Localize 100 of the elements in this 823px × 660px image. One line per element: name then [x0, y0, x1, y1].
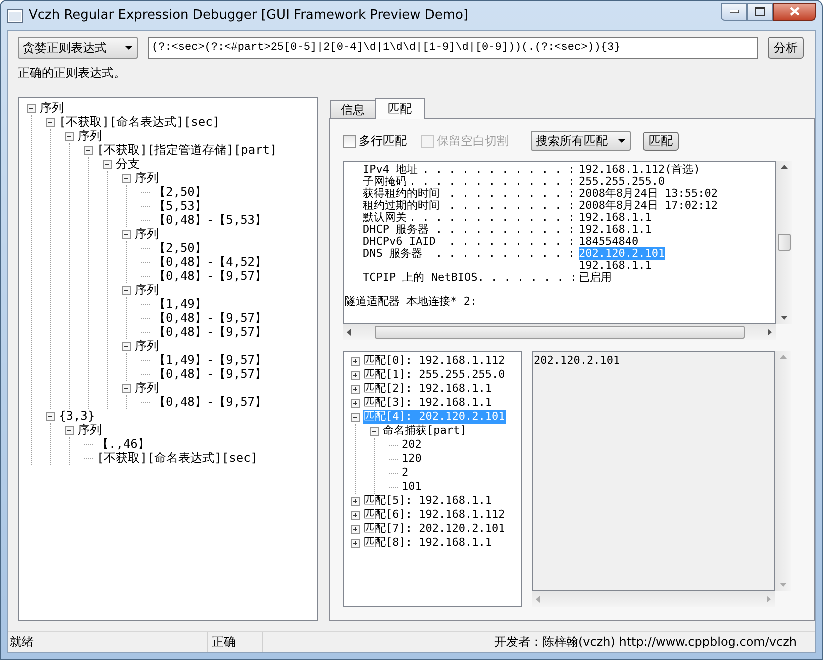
- expand-icon[interactable]: [351, 510, 360, 520]
- tab[interactable]: 信息: [330, 100, 376, 118]
- collapse-icon[interactable]: [46, 412, 55, 420]
- collapse-icon[interactable]: [122, 174, 131, 182]
- section-heading: 隧道适配器 本地连接* 2:: [345, 295, 478, 308]
- entry-value: 255.255.255.0: [579, 175, 666, 188]
- expand-icon[interactable]: [351, 356, 360, 366]
- expand-icon[interactable]: [351, 496, 360, 506]
- collapse-icon[interactable]: [46, 118, 55, 126]
- vertical-scrollbar[interactable]: [776, 161, 792, 324]
- collapse-icon[interactable]: [65, 132, 74, 140]
- maximize-button[interactable]: [747, 2, 773, 20]
- minimize-button[interactable]: [721, 2, 747, 20]
- tree-node[interactable]: 匹配[0]: 192.168.1.112: [363, 354, 506, 368]
- collapse-icon[interactable]: [122, 342, 131, 350]
- checkbox[interactable]: [343, 134, 356, 148]
- collapse-icon[interactable]: [351, 412, 360, 422]
- input-text-area[interactable]: [343, 161, 776, 324]
- expression-field[interactable]: (?:<sec>(?:<#part>25[0-5]|2[0-4]\d|1\d\d|[1-9]\d|[0-9]))(.(?:<sec>)){3}: [148, 37, 758, 59]
- tree-node[interactable]: 120: [401, 452, 423, 466]
- entry-label: DHCPv6 IAID: [363, 236, 436, 248]
- entry-value: 2008年8月24日 17:02:12: [579, 199, 718, 212]
- dot-leader: . . . . . . . . . . :: [436, 248, 576, 260]
- scroll-up-icon[interactable]: [780, 165, 788, 169]
- tree-node[interactable]: {3,3}: [58, 409, 96, 423]
- entry-label: 子网掩码: [363, 176, 407, 188]
- tree-node[interactable]: 【0,48】-【4,52】: [153, 255, 268, 269]
- scroll-right-icon[interactable]: [768, 328, 772, 336]
- dot-leader: . . . . . . . . . :: [449, 188, 576, 200]
- collapse-icon[interactable]: [84, 146, 93, 154]
- scroll-down-icon[interactable]: [780, 316, 788, 320]
- tree-node[interactable]: 分支: [115, 157, 141, 171]
- scroll-thumb[interactable]: [778, 234, 790, 251]
- tree-node[interactable]: 【5,53】: [153, 199, 208, 213]
- tree-node[interactable]: [不获取][命名表达式][sec]: [96, 451, 260, 465]
- expand-icon[interactable]: [351, 370, 360, 380]
- scroll-thumb[interactable]: [374, 326, 744, 338]
- collapse-icon[interactable]: [65, 426, 74, 434]
- match-button[interactable]: 匹配: [643, 132, 679, 150]
- tree-node[interactable]: 匹配[7]: 202.120.2.101: [363, 522, 506, 536]
- tree-node[interactable]: 【0,48】-【5,53】: [153, 213, 268, 227]
- dot-leader: . . . . . . . . . . . :: [422, 164, 576, 176]
- entry-value: 184554840: [579, 235, 639, 248]
- expand-icon[interactable]: [351, 538, 360, 548]
- tree-node[interactable]: 序列: [77, 423, 103, 437]
- tree-node[interactable]: 命名捕获[part]: [382, 424, 468, 438]
- collapse-icon[interactable]: [122, 230, 131, 238]
- expand-icon[interactable]: [351, 384, 360, 394]
- tree-node[interactable]: 【0,48】-【9,57】: [153, 395, 268, 409]
- dot-leader: . . . . . . . . . . . . :: [409, 176, 576, 188]
- tab[interactable]: 匹配: [375, 98, 425, 119]
- tree-node[interactable]: 2: [401, 466, 410, 480]
- tree-node[interactable]: 序列: [134, 171, 160, 185]
- tree-node[interactable]: 【1,49】: [153, 297, 208, 311]
- tree-node[interactable]: 匹配[8]: 192.168.1.1: [363, 536, 493, 550]
- tree-node[interactable]: 101: [401, 480, 423, 494]
- collapse-icon[interactable]: [103, 160, 112, 168]
- expand-icon[interactable]: [351, 524, 360, 534]
- tree-node[interactable]: 序列: [134, 381, 160, 395]
- entry-value: 192.168.1.1: [579, 223, 652, 236]
- tree-node[interactable]: 匹配[1]: 255.255.255.0: [363, 368, 506, 382]
- collapse-icon[interactable]: [122, 384, 131, 392]
- analyze-button[interactable]: 分析: [768, 37, 804, 59]
- tree-node[interactable]: 匹配[6]: 192.168.1.112: [363, 508, 506, 522]
- mode-dropdown[interactable]: 贪婪正则表达式: [18, 37, 138, 59]
- entry-label: IPv4 地址: [363, 164, 418, 176]
- tree-node[interactable]: 序列: [77, 129, 103, 143]
- tree-node[interactable]: 匹配[3]: 192.168.1.1: [363, 396, 493, 410]
- tree-node[interactable]: [不获取][指定管道存储][part]: [96, 143, 278, 157]
- tree-node[interactable]: 匹配[2]: 192.168.1.1: [363, 382, 493, 396]
- tree-node[interactable]: 序列: [134, 283, 160, 297]
- horizontal-scrollbar[interactable]: [343, 324, 776, 340]
- tree-node[interactable]: 序列: [39, 101, 65, 115]
- tree-node[interactable]: 【.,46】: [96, 437, 151, 451]
- checkbox-label: 保留空白切割: [437, 133, 509, 150]
- search-mode-dropdown[interactable]: 搜索所有匹配: [531, 131, 631, 151]
- collapse-icon[interactable]: [27, 104, 36, 112]
- tree-node[interactable]: 【0,48】-【9,57】: [153, 269, 268, 283]
- collapse-icon[interactable]: [122, 286, 131, 294]
- tree-node[interactable]: 【0,48】-【9,57】: [153, 367, 268, 381]
- match-text: 202.120.2.101: [534, 354, 620, 367]
- tree-node[interactable]: 【2,50】: [153, 241, 208, 255]
- tree-node[interactable]: 匹配[5]: 192.168.1.1: [363, 494, 493, 508]
- dot-leader: . . . . . . . . . :: [449, 236, 576, 248]
- tree-node[interactable]: 序列: [134, 339, 160, 353]
- tree-node[interactable]: 【0,48】-【9,57】: [153, 325, 268, 339]
- close-button[interactable]: [773, 2, 816, 20]
- tree-node[interactable]: 【1,49】-【9,57】: [153, 353, 268, 367]
- tree-node[interactable]: 【0,48】-【9,57】: [153, 311, 268, 325]
- match-text-area[interactable]: 202.120.2.101: [532, 351, 775, 591]
- minimize-icon: [730, 10, 738, 14]
- entry-value: 192.168.1.1: [579, 211, 652, 224]
- tree-node[interactable]: 【2,50】: [153, 185, 208, 199]
- tree-node[interactable]: 序列: [134, 227, 160, 241]
- app-icon: [7, 8, 23, 22]
- collapse-icon[interactable]: [370, 426, 379, 436]
- tree-node[interactable]: 202: [401, 438, 423, 452]
- tree-node[interactable]: [不获取][命名表达式][sec]: [58, 115, 222, 129]
- scroll-left-icon[interactable]: [347, 328, 351, 336]
- expand-icon[interactable]: [351, 398, 360, 408]
